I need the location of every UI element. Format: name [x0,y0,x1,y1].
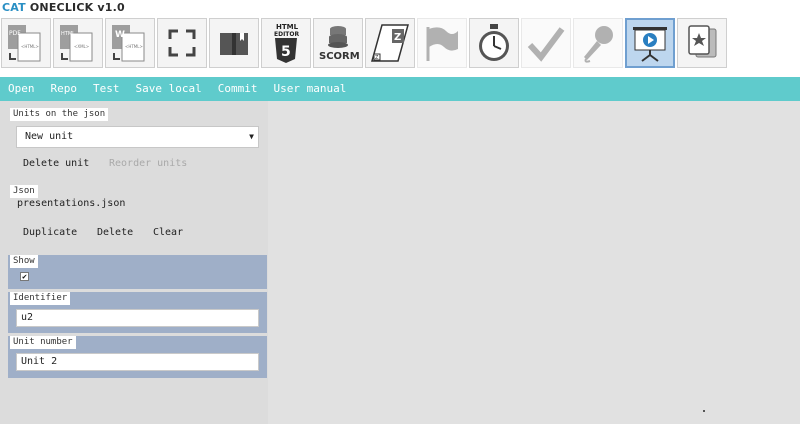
svg-text:PDF: PDF [9,30,21,37]
microphone-icon [584,26,613,63]
book-button[interactable] [209,18,259,68]
svg-text:SCORM: SCORM [319,51,360,62]
html-to-xml-icon: HTML <XML> [60,25,93,62]
delete-unit-button[interactable]: Delete unit [23,158,89,169]
toolbar: PDF <HTML> HTML <XML> W <HTML> HTML EDIT… [1,18,729,72]
show-label: Show [10,255,38,268]
units-panel: Units on the json New unit ▼ Delete unit… [8,108,267,182]
zip-button[interactable]: Z Z [365,18,415,68]
menu-repo[interactable]: Repo [43,77,86,101]
unit-number-input[interactable]: Unit 2 [16,353,259,371]
pdf-to-html-icon: PDF <HTML> [8,25,41,62]
menu-save-local[interactable]: Save local [128,77,210,101]
app-title: CAT ONECLICK v1.0 [2,1,125,14]
svg-text:EDITOR: EDITOR [274,31,300,38]
units-select[interactable]: New unit ▼ [16,126,259,148]
scorm-icon: SCORM [319,26,360,62]
json-filename: presentations.json [17,198,126,209]
show-checkbox[interactable]: ✔ [20,272,29,281]
checkmark-icon [527,27,565,62]
checkmark-button[interactable] [521,18,571,68]
units-select-value: New unit [25,131,74,142]
scorm-button[interactable]: SCORM [313,18,363,68]
svg-text:5: 5 [281,44,291,60]
word-to-html-icon: W <HTML> [112,25,145,62]
book-icon [220,33,248,55]
menu-commit[interactable]: Commit [210,77,266,101]
menu-bar: Open Repo Test Save local Commit User ma… [0,77,800,101]
menu-test[interactable]: Test [85,77,128,101]
svg-text:W: W [115,30,125,40]
delete-json-button[interactable]: Delete [97,227,133,238]
svg-text:<HTML>: <HTML> [125,44,143,49]
json-panel: Json presentations.json Duplicate Delete… [8,185,267,253]
svg-text:<HTML>: <HTML> [21,44,39,49]
clear-button[interactable]: Clear [153,227,183,238]
dropdown-arrow-icon: ▼ [249,132,254,141]
word-to-html-button[interactable]: W <HTML> [105,18,155,68]
fullscreen-button[interactable] [157,18,207,68]
html-to-xml-button[interactable]: HTML <XML> [53,18,103,68]
presentation-icon [633,27,667,62]
cards-button[interactable] [677,18,727,68]
show-panel: Show ✔ [8,255,267,289]
identifier-label: Identifier [10,292,71,305]
html5-editor-button[interactable]: HTML EDITOR 5 [261,18,311,68]
cards-icon [688,25,717,58]
reorder-units-button[interactable]: Reorder units [109,158,187,169]
stray-dot [703,410,705,412]
zip-icon: Z Z [371,24,409,62]
identifier-panel: Identifier u2 [8,292,267,333]
duplicate-button[interactable]: Duplicate [23,227,77,238]
app-header: CAT ONECLICK v1.0 PDF <HTML> HTML <XML> [0,0,800,77]
svg-text:<XML>: <XML> [74,44,89,49]
json-label: Json [10,185,38,198]
html5-editor-icon: HTML EDITOR 5 [274,23,300,63]
app-title-rest: ONECLICK v1.0 [29,1,125,14]
stopwatch-icon [479,24,509,61]
fullscreen-icon [168,29,196,57]
microphone-button[interactable] [573,18,623,68]
svg-text:Z: Z [375,55,379,61]
unit-number-panel: Unit number Unit 2 [8,336,267,378]
svg-text:Z: Z [394,32,401,43]
checkmark-icon: ✔ [22,272,27,281]
svg-text:HTML: HTML [61,31,75,37]
flag-icon [426,27,458,61]
menu-open[interactable]: Open [0,77,43,101]
identifier-input[interactable]: u2 [16,309,259,327]
presentation-button[interactable] [625,18,675,68]
app-title-prefix: CAT [2,1,26,14]
flag-button[interactable] [417,18,467,68]
menu-user-manual[interactable]: User manual [265,77,354,101]
stopwatch-button[interactable] [469,18,519,68]
units-label: Units on the json [10,108,109,121]
svg-text:HTML: HTML [276,23,299,31]
unit-number-label: Unit number [10,336,76,349]
pdf-to-html-button[interactable]: PDF <HTML> [1,18,51,68]
